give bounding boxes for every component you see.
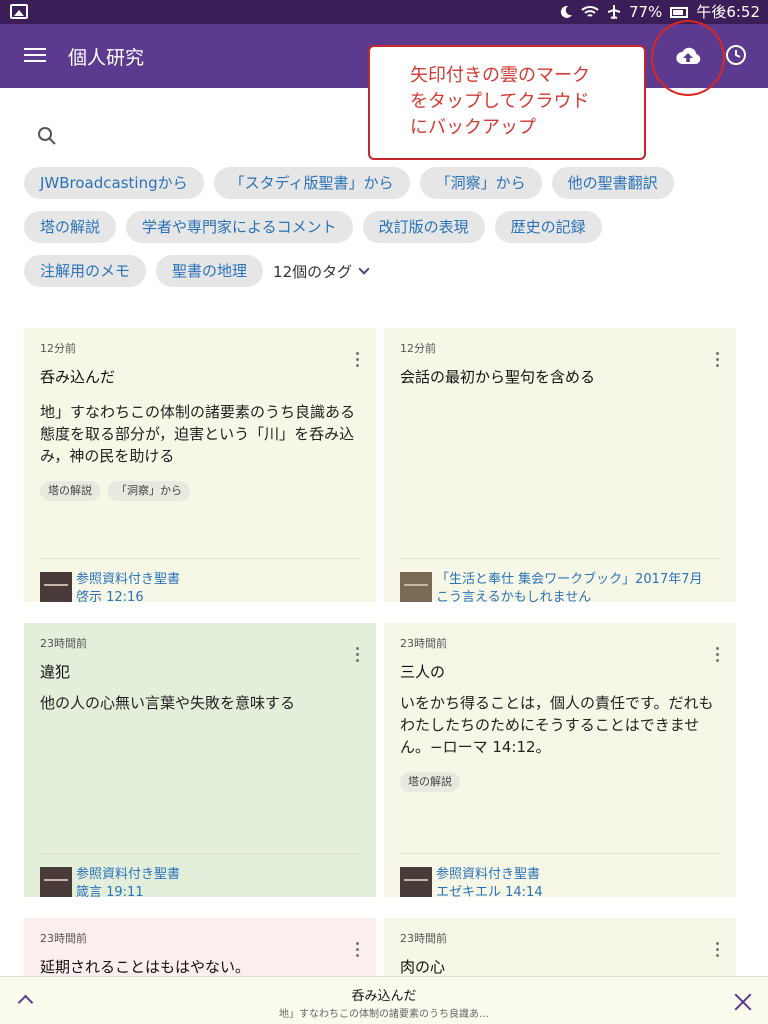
chevron-down-icon [358,262,370,275]
publication-thumbnail [40,867,72,897]
tag-chip[interactable]: 改訂版の表現 [362,211,485,243]
more-options-icon[interactable] [356,942,360,958]
note-tags: 塔の解説 「洞察」から [40,481,360,501]
current-note-bar[interactable]: 呑み込んだ 地」すなわちこの体制の諸要素のうち良識あ… [0,976,768,1024]
tag-chip[interactable]: 学者や専門家によるコメント [126,211,353,243]
more-options-icon[interactable] [716,647,720,663]
tag-chip[interactable]: 塔の解説 [24,211,117,243]
note-time: 23時間前 [40,932,87,945]
note-card[interactable]: 23時間前 延期されることはもはやない。 [24,918,376,978]
search-icon[interactable] [36,125,58,147]
battery-percent: 77% [628,3,663,21]
more-options-icon[interactable] [716,942,720,958]
reference-location: 啓示 12:16 [76,590,144,602]
current-note-title: 呑み込んだ [351,989,417,1004]
page-title: 個人研究 [68,47,145,69]
wifi-icon [581,6,599,17]
note-time: 12分前 [400,342,436,355]
reference-title: 参照資料付き聖書 [76,572,181,587]
reference-title: 参照資料付き聖書 [436,867,541,882]
note-body: 他の人の心無い言葉や失敗を意味する [40,694,296,712]
reference-title: 参照資料付き聖書 [76,867,181,882]
note-title: 呑み込んだ [40,368,116,386]
more-options-icon[interactable] [356,352,360,368]
note-card[interactable]: 23時間前 違犯 他の人の心無い言葉や失敗を意味する 参照資料付き聖書 箴言 1… [24,623,376,897]
clock-icon[interactable] [724,43,748,67]
annotation-line: 矢印付きの雲のマーク [410,65,590,86]
note-body: いをかち得ることは，個人の責任です。だれもわたしたちのためにそうすることはできま… [400,694,714,756]
note-card[interactable]: 23時間前 肉の心 [384,918,736,978]
moon-icon [560,5,572,18]
tag-chip[interactable]: 注解用のメモ [24,255,147,287]
note-reference[interactable]: 参照資料付き聖書 エゼキエル 14:14 [400,853,720,897]
note-title: 延期されることはもはやない。 [40,958,251,976]
note-tag: 塔の解説 [400,772,460,792]
note-title: 会話の最初から聖句を含める [400,368,596,386]
more-options-icon[interactable] [356,647,360,663]
annotation-line: にバックアップ [410,117,536,138]
publication-thumbnail [400,867,432,897]
note-time: 23時間前 [400,637,447,650]
current-note-excerpt: 地」すなわちこの体制の諸要素のうち良識あ… [279,1009,489,1020]
reference-text: 参照資料付き聖書 箴言 19:11 [76,866,360,897]
note-title: 違犯 [40,663,71,681]
close-icon[interactable] [732,991,754,1013]
more-tags-button[interactable]: 12個のタグ [273,261,370,282]
publication-thumbnail [400,572,432,602]
note-reference[interactable]: 参照資料付き聖書 箴言 19:11 [40,853,360,897]
reference-text: 参照資料付き聖書 啓示 12:16 [76,571,360,602]
more-tags-label: 12個のタグ [273,262,353,281]
reference-location: こう言えるかもしれません [436,590,592,602]
reference-title: 「生活と奉仕 集会ワークブック」2017年7月 [436,572,703,587]
tag-filter-list: JWBroadcastingから 「スタディ版聖書」から 「洞察」から 他の聖書… [24,167,744,299]
note-reference[interactable]: 参照資料付き聖書 啓示 12:16 [40,558,360,602]
reference-location: 箴言 19:11 [76,885,144,897]
publication-thumbnail [40,572,72,602]
note-tag: 「洞察」から [108,481,190,501]
status-bar: 77% 午後6:52 [0,0,768,24]
note-card[interactable]: 12分前 会話の最初から聖句を含める 「生活と奉仕 集会ワークブック」2017年… [384,328,736,602]
note-tag: 塔の解説 [40,481,100,501]
tag-chip[interactable]: 「洞察」から [419,167,542,199]
annotation-circle [651,20,725,96]
reference-text: 参照資料付き聖書 エゼキエル 14:14 [436,866,720,897]
note-time: 12分前 [40,342,76,355]
status-indicators: 77% 午後6:52 [559,2,760,22]
note-reference[interactable]: 「生活と奉仕 集会ワークブック」2017年7月 こう言えるかもしれません [400,558,720,602]
gallery-icon [10,4,28,19]
note-time: 23時間前 [400,932,447,945]
tag-chip[interactable]: 「スタディ版聖書」から [213,167,410,199]
menu-icon[interactable] [24,44,46,66]
note-time: 23時間前 [40,637,87,650]
annotation-callout: 矢印付きの雲のマーク をタップしてクラウド にバックアップ [368,45,646,160]
tag-chip[interactable]: 聖書の地理 [156,255,264,287]
tag-chip[interactable]: JWBroadcastingから [24,167,204,199]
tag-chip[interactable]: 歴史の記録 [494,211,602,243]
annotation-line: をタップしてクラウド [410,91,590,112]
note-title: 肉の心 [400,958,446,976]
note-tags: 塔の解説 [400,772,720,792]
reference-location: エゼキエル 14:14 [436,885,543,897]
airplane-icon [607,5,621,19]
note-title: 三人の [400,663,446,681]
reference-text: 「生活と奉仕 集会ワークブック」2017年7月 こう言えるかもしれません [436,571,720,602]
note-card[interactable]: 12分前 呑み込んだ 地」すなわちこの体制の諸要素のうち良識ある態度を取る部分が… [24,328,376,602]
note-card[interactable]: 23時間前 三人の いをかち得ることは，個人の責任です。だれもわたしたちのために… [384,623,736,897]
tag-chip[interactable]: 他の聖書翻訳 [551,167,674,199]
battery-icon [670,6,689,18]
more-options-icon[interactable] [716,352,720,368]
note-body: 地」すなわちこの体制の諸要素のうち良識ある態度を取る部分が，迫害という「川」を呑… [40,403,356,465]
clock-time: 午後6:52 [696,3,760,21]
